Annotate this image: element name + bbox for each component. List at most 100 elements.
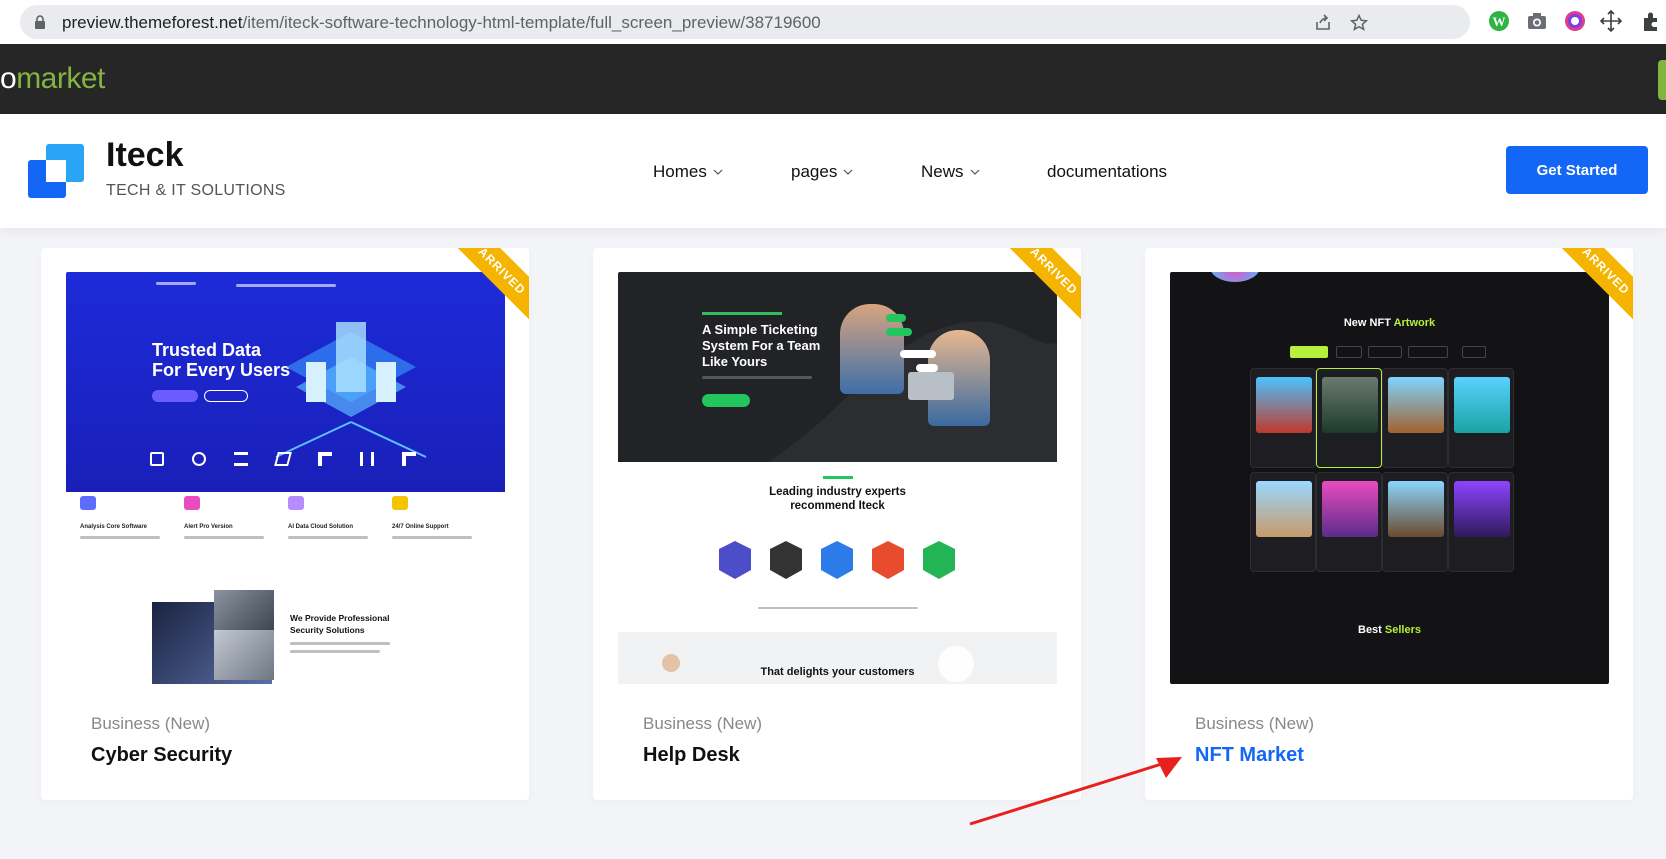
card-category[interactable]: Business (New) — [643, 714, 762, 734]
chat-bubble — [886, 314, 906, 322]
color-picker-icon[interactable] — [1564, 10, 1586, 32]
datacenter-photo — [214, 590, 274, 630]
nav-homes[interactable]: Homes — [653, 162, 723, 182]
partner-logo — [402, 452, 416, 466]
preview-hero-title-1: A Simple Ticketing — [702, 322, 818, 337]
marketplace-bar: omarket — [0, 44, 1666, 114]
nav-documentations[interactable]: documentations — [1047, 162, 1167, 182]
nav-label: pages — [791, 162, 838, 181]
nav-label: documentations — [1047, 162, 1168, 181]
preview-text-line — [290, 650, 380, 653]
brand-logo-icon[interactable] — [28, 144, 84, 200]
preview-partner-logos — [150, 452, 416, 466]
preview-text-line — [758, 607, 918, 609]
nft-artwork — [1388, 377, 1444, 433]
ribbon-label: ARRIVED — [1542, 248, 1633, 335]
feature-title: Analysis Core Software — [80, 524, 148, 530]
preview-hero-button — [152, 390, 198, 402]
brand-tagline: TECH & IT SOLUTIONS — [106, 182, 286, 199]
feature-title: Alert Pro Version — [184, 524, 233, 530]
wordpress-icon[interactable]: W — [1488, 10, 1510, 32]
preview-hero-title-2: System For a Team — [702, 338, 821, 353]
extensions-icon[interactable] — [1640, 10, 1662, 32]
preview-text-line — [80, 536, 160, 539]
preview-hero-title-3: Like Yours — [702, 354, 768, 369]
nft-item — [1316, 472, 1382, 572]
browser-toolbar: preview.themeforest.net/item/iteck-softw… — [0, 0, 1666, 44]
filter-chip-active — [1290, 346, 1328, 358]
preview-sellers-b: Sellers — [1384, 624, 1421, 636]
demo-card-nft-market[interactable]: New NFT Artwork Best Sellers ARRIVED Bus… — [1145, 248, 1633, 800]
annotation-arrow-icon — [969, 757, 1182, 826]
nav-label: Homes — [653, 162, 707, 181]
award-badge-icon — [821, 541, 853, 579]
preview-heading-b: Artwork — [1393, 317, 1436, 329]
filter-chip — [1336, 346, 1362, 358]
nft-item — [1316, 368, 1382, 468]
card-category[interactable]: Business (New) — [1195, 714, 1314, 734]
ribbon-label: ARRIVED — [990, 248, 1081, 335]
card-title[interactable]: Help Desk — [643, 744, 740, 767]
card-title-link[interactable]: NFT Market — [1195, 744, 1304, 767]
nav-pages[interactable]: pages — [791, 162, 853, 182]
demo-card-cyber-security[interactable]: Trusted Data For Every Users Analysis Co… — [41, 248, 529, 800]
preview-section-title-1: Leading industry experts — [769, 486, 906, 498]
nft-item — [1382, 472, 1448, 572]
feature-icon — [288, 496, 304, 510]
preview-text-line — [392, 536, 472, 539]
brand-name[interactable]: Iteck — [106, 136, 184, 175]
url-path: /item/iteck-software-technology-html-tem… — [242, 13, 821, 32]
nft-item — [1382, 368, 1448, 468]
arrived-ribbon: ARRIVED — [985, 248, 1081, 344]
partner-logo — [192, 452, 206, 466]
chat-bubble — [916, 364, 938, 372]
filter-chip — [1408, 346, 1448, 358]
feature-title: 24/7 Online Support — [392, 524, 449, 530]
buy-now-edge[interactable] — [1658, 60, 1666, 100]
card-category[interactable]: Business (New) — [91, 714, 210, 734]
nav-label: News — [921, 162, 964, 181]
nav-news[interactable]: News — [921, 162, 980, 182]
move-icon[interactable] — [1600, 10, 1622, 32]
nft-item — [1250, 472, 1316, 572]
share-icon[interactable] — [1314, 14, 1332, 32]
card-title[interactable]: Cyber Security — [91, 744, 232, 767]
logo-text: market — [16, 62, 105, 95]
laptop-illustration — [908, 372, 954, 400]
nft-artwork — [1454, 377, 1510, 433]
star-icon[interactable] — [1350, 14, 1368, 32]
preview-text-line — [702, 376, 812, 379]
partner-logo — [150, 452, 164, 466]
nft-item — [1250, 368, 1316, 468]
nft-artwork — [1256, 377, 1312, 433]
nft-artwork — [1256, 481, 1312, 537]
partner-logo — [360, 452, 374, 466]
marketplace-logo[interactable]: omarket — [0, 62, 105, 96]
logo-prefix: o — [0, 62, 17, 95]
preview-hero-title-1: Trusted Data — [152, 340, 262, 360]
nft-artwork — [1322, 377, 1378, 433]
camera-icon[interactable] — [1526, 10, 1548, 32]
preview-sellers-a: Best — [1358, 624, 1382, 636]
award-badge-icon — [923, 541, 955, 579]
preview-hero-button — [702, 394, 750, 407]
get-started-button[interactable]: Get Started — [1506, 146, 1648, 194]
preview-kicker — [702, 312, 782, 315]
lock-icon — [35, 15, 45, 29]
isometric-server-illustration — [275, 322, 427, 458]
nft-item — [1448, 368, 1514, 468]
demo-card-help-desk[interactable]: A Simple Ticketing System For a Team Lik… — [593, 248, 1081, 800]
preview-nav-line — [236, 284, 336, 287]
partner-logo — [274, 452, 292, 466]
preview-section-title-2: recommend Iteck — [790, 500, 885, 512]
nft-artwork — [1322, 481, 1378, 537]
filter-chip — [1368, 346, 1402, 358]
address-bar[interactable]: preview.themeforest.net/item/iteck-softw… — [20, 5, 1470, 39]
feature-icon — [392, 496, 408, 510]
preview-section-title-1: We Provide Professional — [290, 613, 390, 623]
url-host: preview.themeforest.net — [62, 13, 243, 32]
preview-text-line — [184, 536, 264, 539]
preview-heading-a: New NFT — [1343, 317, 1391, 329]
partner-logo — [318, 452, 332, 466]
preview-section-title-2: Security Solutions — [290, 625, 365, 635]
